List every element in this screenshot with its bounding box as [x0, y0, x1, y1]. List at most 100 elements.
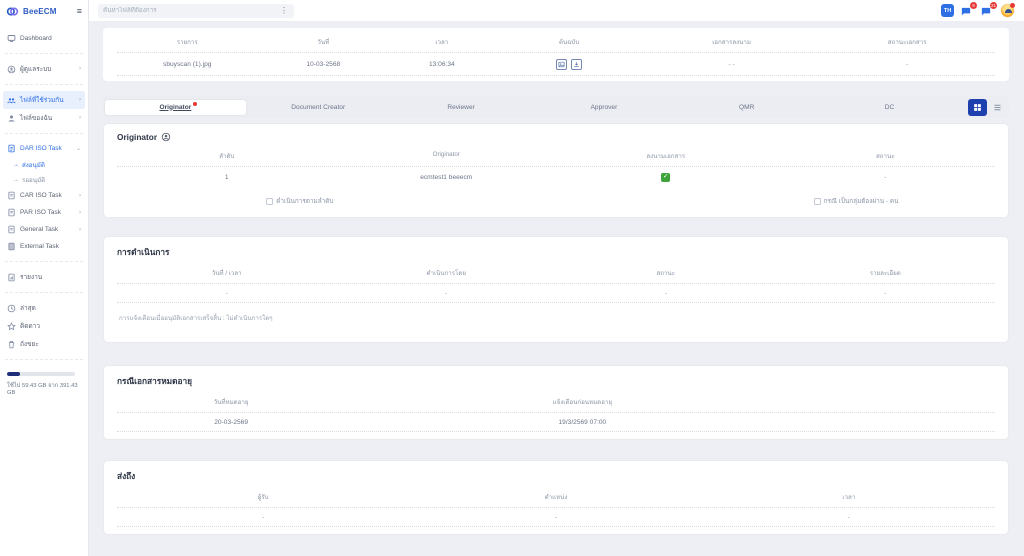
file-table-panel: รายการ วันที่ เวลา ต้นฉบับ เอกสารลงนาม ส… [103, 28, 1009, 81]
sidebar-item-label: ผู้ดูแลระบบ [20, 64, 51, 74]
col-header: เอกสารลงนาม [644, 37, 820, 47]
divider [5, 359, 83, 360]
arrow-right-icon: → [13, 162, 19, 168]
send-to-table-row: - - - [117, 508, 995, 527]
grid-view-button[interactable] [968, 99, 987, 116]
grid-view-icon [973, 103, 982, 112]
sidebar-item-label: ไฟล์ของฉัน [20, 113, 52, 123]
sidebar-item-general-task[interactable]: General Task › [0, 221, 88, 238]
col-header: วันที่หมดอายุ [117, 397, 345, 407]
originator-signed-cell: ✓ [556, 173, 776, 182]
admin-user-icon [7, 65, 16, 74]
sidebar-item-recent[interactable]: ล่าสุด [0, 299, 88, 317]
download-file-icon[interactable] [571, 59, 582, 70]
chevron-right-icon: › [79, 97, 81, 103]
col-header: ลงนามเอกสาร [556, 151, 776, 161]
hamburger-menu-icon[interactable]: ≡ [77, 7, 82, 16]
par-task-icon [7, 208, 16, 217]
send-to-table-header: ผู้รับ ตำแหน่ง เวลา [117, 486, 995, 508]
sidebar-item-my-files[interactable]: ไฟล์ของฉัน › [0, 109, 88, 127]
col-header: ลำดับ [117, 151, 337, 161]
tab-label: Reviewer [447, 104, 474, 111]
topbar: ⋮ TH 9 21 [89, 0, 1024, 22]
tab-label: QMR [739, 104, 754, 111]
sequential-label: ดำเนินการตามลำดับ [276, 196, 333, 206]
col-header: ผู้รับ [117, 492, 409, 502]
notifications-button[interactable]: 21 [980, 4, 994, 17]
user-avatar[interactable] [1000, 3, 1015, 18]
brand-name: BeeECM [23, 7, 57, 16]
tab-label: Approver [591, 104, 618, 111]
sidebar-subitem-label: ส่งอนุมัติ [22, 160, 45, 170]
tab-alert-dot [193, 102, 197, 106]
divider [5, 84, 83, 85]
tab-dc[interactable]: DC [819, 100, 960, 115]
card-title-text: Originator [117, 132, 157, 142]
sidebar-item-shared-files[interactable]: ไฟล์ที่ใช้ร่วมกัน › [3, 91, 85, 109]
storage-usage: ใช้ไป 59.43 GB จาก 391.43 GB [0, 366, 88, 406]
tab-qmr[interactable]: QMR [676, 100, 817, 115]
actions-card-title: การดำเนินการ [117, 243, 995, 262]
storage-usage-text: ใช้ไป 59.43 GB จาก 391.43 GB [7, 380, 81, 396]
sidebar-item-starred[interactable]: ติดดาว [0, 317, 88, 335]
sidebar-item-label: External Task [20, 243, 59, 250]
general-task-icon [7, 225, 16, 234]
action-status: - [556, 290, 776, 297]
expiry-table-row: 20-03-2569 19/3/2569 07:00 [117, 413, 995, 432]
search-bar[interactable]: ⋮ [98, 4, 294, 18]
view-file-icon[interactable] [556, 59, 567, 70]
col-header: รายละเอียด [776, 268, 996, 278]
sidebar-item-external-task[interactable]: External Task [0, 238, 88, 255]
sidebar-item-dashboard[interactable]: Dashboard [0, 30, 88, 47]
list-view-button[interactable] [990, 100, 1005, 115]
file-time: 13:06:34 [389, 61, 494, 68]
sidebar-item-car-iso-task[interactable]: CAR ISO Task › [0, 187, 88, 204]
action-detail: - [776, 290, 996, 297]
sidebar-subitem-submit-approval[interactable]: → ส่งอนุมัติ [0, 157, 88, 172]
sidebar-item-trash[interactable]: ถังขยะ [0, 335, 88, 353]
checked-checkbox-icon[interactable]: ✓ [661, 173, 670, 182]
search-input[interactable] [103, 7, 279, 14]
col-header: วันที่ / เวลา [117, 268, 337, 278]
sidebar-item-reports[interactable]: รายงาน [0, 268, 88, 286]
sidebar-subitem-pending-approval[interactable]: → รออนุมัติ [0, 172, 88, 187]
col-header: ดำเนินการโดย [337, 268, 557, 278]
group-pass-checkbox[interactable] [814, 198, 821, 205]
sidebar-item-dar-iso-task[interactable]: DAR ISO Task ⌄ [0, 140, 88, 157]
my-files-icon [7, 114, 16, 123]
language-button[interactable]: TH [941, 4, 954, 17]
divider [5, 292, 83, 293]
expiry-notify: 19/3/2569 07:00 [345, 419, 819, 426]
tab-originator[interactable]: Originator [105, 100, 246, 115]
expiry-card: กรณีเอกสารหมดอายุ วันที่หมดอายุ แจ้งเตือ… [103, 365, 1009, 440]
car-task-icon [7, 191, 16, 200]
chevron-right-icon: › [79, 115, 81, 121]
file-table-row: sbuyscan (1).jpg 10-03-2568 13:06:34 - -… [117, 53, 995, 76]
sidebar-item-par-iso-task[interactable]: PAR ISO Task › [0, 204, 88, 221]
tab-document-creator[interactable]: Document Creator [248, 100, 389, 115]
col-header: สถานะเอกสาร [819, 37, 995, 47]
expiry-card-title: กรณีเอกสารหมดอายุ [117, 372, 995, 391]
sidebar-subitem-label: รออนุมัติ [22, 175, 45, 185]
dashboard-icon [7, 34, 16, 43]
sequential-checkbox[interactable] [266, 198, 273, 205]
tab-approver[interactable]: Approver [533, 100, 674, 115]
sidebar-item-label: ติดดาว [20, 321, 40, 331]
sidebar-nav: Dashboard ผู้ดูแลระบบ › ไฟล์ที่ใช้ร่วมกั… [0, 22, 88, 556]
sequential-option: ดำเนินการตามลำดับ [266, 196, 333, 206]
col-header: สถานะ [776, 151, 996, 161]
chat-button[interactable]: 9 [960, 4, 974, 17]
chevron-right-icon: › [79, 66, 81, 72]
tab-reviewer[interactable]: Reviewer [391, 100, 532, 115]
originator-status: - [776, 174, 996, 181]
sidebar-item-label: Dashboard [20, 35, 52, 42]
search-options-kebab-icon[interactable]: ⋮ [279, 6, 289, 15]
send-to-card: ส่งถึง ผู้รับ ตำแหน่ง เวลา - - - [103, 460, 1009, 535]
view-toggle [962, 99, 1007, 116]
avatar-status-badge [1010, 3, 1015, 8]
sidebar-item-label: DAR ISO Task [20, 145, 62, 152]
topbar-right: TH 9 21 [941, 3, 1015, 18]
sidebar-item-admin[interactable]: ผู้ดูแลระบบ › [0, 60, 88, 78]
list-view-icon [993, 103, 1002, 112]
tab-label: Document Creator [291, 104, 345, 111]
